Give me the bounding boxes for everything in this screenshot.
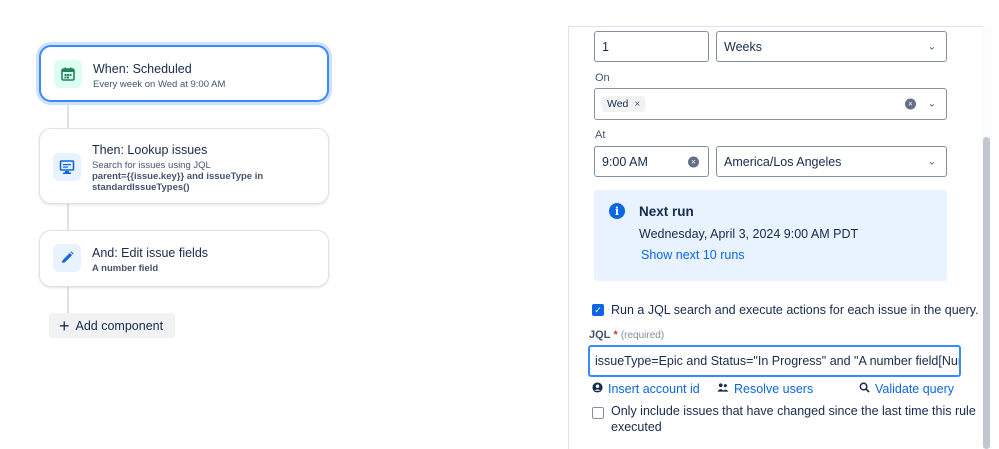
jql-label: JQL * (required) (589, 329, 665, 341)
at-label: At (595, 129, 606, 141)
card-title: And: Edit issue fields (92, 246, 209, 260)
info-icon: i (609, 203, 625, 219)
card-title: Then: Lookup issues (92, 143, 208, 157)
flow-connector (67, 286, 69, 313)
clear-icon[interactable]: × (688, 156, 699, 167)
trigger-card-scheduled[interactable]: When: Scheduled Every week on Wed at 9:0… (39, 45, 329, 102)
show-next-runs-link[interactable]: Show next 10 runs (641, 248, 745, 262)
only-changed-label-line2: executed (611, 420, 662, 434)
time-value: 9:00 AM (602, 154, 648, 169)
validate-query-button[interactable]: Validate query (859, 382, 954, 396)
automation-rule-editor: When: Scheduled Every week on Wed at 9:0… (0, 0, 999, 449)
pencil-icon (53, 244, 81, 272)
add-component-button[interactable]: + Add component (49, 313, 175, 338)
monitor-search-icon (53, 153, 81, 181)
insert-account-id-button[interactable]: Insert account id (592, 382, 700, 396)
interval-value-input[interactable]: 1 (594, 31, 709, 62)
next-run-heading: Next run (639, 204, 694, 219)
only-changed-checkbox[interactable] (592, 407, 604, 419)
calendar-icon (54, 60, 82, 88)
card-subtitle: Every week on Wed at 9:00 AM (93, 79, 226, 90)
validate-query-label: Validate query (875, 382, 954, 396)
action-card-lookup-issues[interactable]: Then: Lookup issues Search for issues us… (39, 128, 329, 204)
run-jql-checkbox[interactable]: ✓ (592, 304, 604, 316)
scrollbar-thumb[interactable] (983, 137, 990, 449)
card-jql-line: parent={{issue.key}} and issueType in (92, 171, 264, 182)
plus-icon: + (59, 315, 70, 336)
flow-connector (67, 101, 69, 128)
card-subtitle: Search for issues using JQL (92, 160, 211, 171)
add-component-label: Add component (75, 318, 164, 333)
jql-query-input[interactable]: issueType=Epic and Status="In Progress" … (588, 345, 961, 377)
timezone-value: America/Los Angeles (724, 154, 842, 169)
insert-account-id-label: Insert account id (608, 382, 700, 396)
interval-value: 1 (602, 39, 609, 54)
people-icon (717, 382, 729, 396)
chevron-down-icon: ⌄ (927, 41, 936, 52)
chevron-down-icon: ⌄ (927, 156, 936, 167)
remove-tag-icon[interactable]: × (634, 99, 640, 110)
chevron-down-icon: ⌄ (927, 98, 936, 110)
interval-unit-value: Weeks (724, 39, 762, 54)
on-label: On (595, 72, 610, 84)
day-of-week-select[interactable]: Wed × × ⌄ (594, 88, 947, 120)
only-changed-label-line1: Only include issues that have changed si… (611, 404, 976, 418)
jql-query-value: issueType=Epic and Status="In Progress" … (595, 354, 961, 368)
user-circle-icon (592, 382, 603, 396)
day-tag: Wed × (602, 96, 646, 112)
next-run-datetime: Wednesday, April 3, 2024 9:00 AM PDT (639, 227, 859, 241)
card-subtitle: A number field (92, 263, 159, 274)
next-run-info-box: i Next run Wednesday, April 3, 2024 9:00… (594, 190, 947, 281)
timezone-select[interactable]: America/Los Angeles ⌄ (716, 146, 947, 177)
action-card-edit-issue-fields[interactable]: And: Edit issue fields A number field (39, 230, 329, 287)
flow-connector (67, 203, 69, 231)
card-title: When: Scheduled (93, 62, 192, 76)
run-jql-label: Run a JQL search and execute actions for… (611, 303, 979, 317)
interval-unit-select[interactable]: Weeks ⌄ (716, 31, 947, 62)
card-jql-line: standardIssueTypes() (92, 182, 190, 193)
clear-icon[interactable]: × (905, 98, 916, 110)
resolve-users-button[interactable]: Resolve users (717, 382, 813, 396)
search-icon (859, 382, 870, 396)
time-input[interactable]: 9:00 AM × (594, 146, 709, 177)
day-tag-label: Wed (607, 98, 629, 110)
resolve-users-label: Resolve users (734, 382, 814, 396)
